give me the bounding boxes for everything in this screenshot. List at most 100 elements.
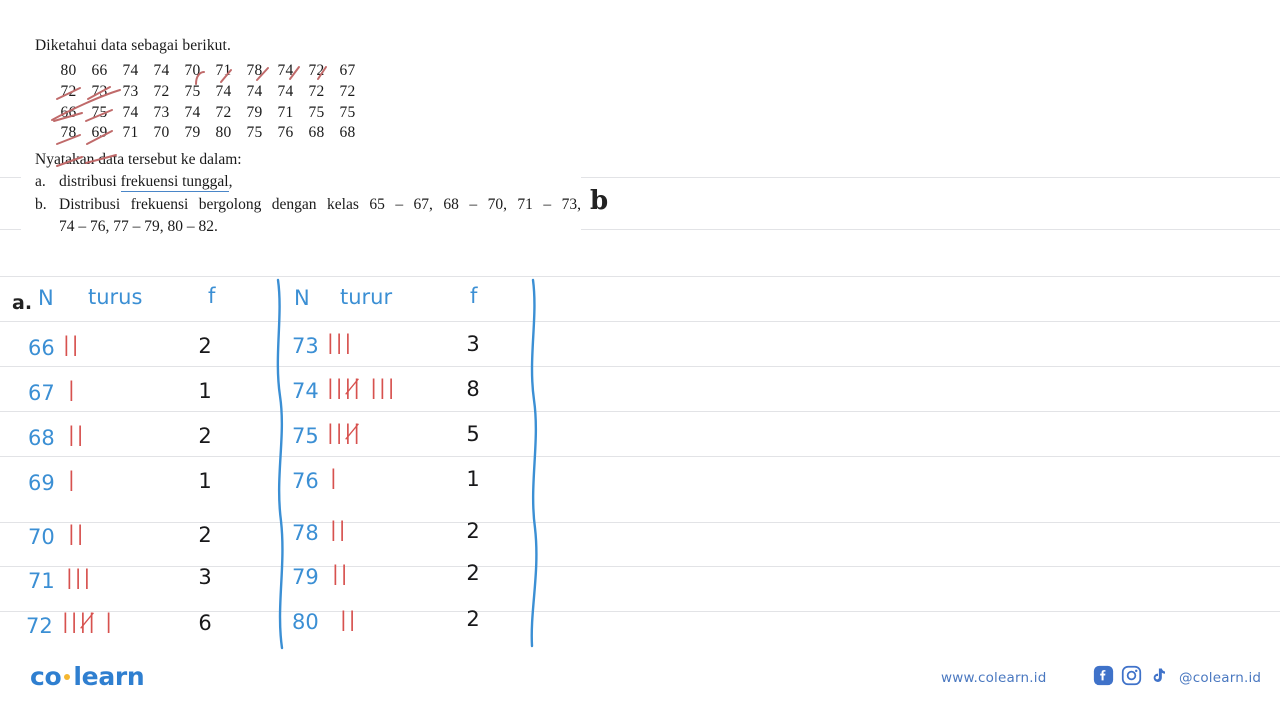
data-cell: 68 bbox=[308, 124, 325, 142]
row-n: 80 bbox=[292, 610, 319, 634]
row-f: 1 bbox=[198, 469, 212, 493]
row-tally: || bbox=[63, 332, 81, 356]
data-cell: 80 bbox=[60, 61, 77, 79]
data-cell: 71 bbox=[277, 103, 294, 121]
row-tally: || bbox=[332, 561, 350, 585]
row-n: 78 bbox=[292, 521, 319, 545]
answer-b-marker: b bbox=[590, 186, 609, 216]
logo-text-co: co bbox=[30, 662, 62, 691]
row-n: 66 bbox=[28, 336, 55, 360]
item-line-1: Distribusi frekuensi bergolong dengan ke… bbox=[59, 196, 581, 214]
row-f: 2 bbox=[466, 561, 480, 585]
data-cell: 70 bbox=[184, 61, 201, 79]
row-n: 69 bbox=[28, 471, 55, 495]
question-intro: Diketahui data sebagai berikut. bbox=[35, 37, 231, 54]
row-f: 1 bbox=[198, 379, 212, 403]
row-tally: ||| bbox=[327, 330, 354, 354]
question-item-b: b. Distribusi frekuensi bergolong dengan… bbox=[21, 194, 581, 238]
row-tally: || bbox=[340, 607, 358, 631]
tiktok-icon[interactable] bbox=[1149, 665, 1168, 691]
answer-table: a. N turus f N turur f 66 || 2 67 | 1 68… bbox=[0, 276, 1280, 656]
question-card: Diketahui data sebagai berikut. 80 66 74 74… bbox=[21, 36, 581, 239]
header-n-left: N bbox=[38, 286, 54, 310]
social-handle: @colearn.id bbox=[1179, 670, 1262, 686]
row-tally: ||| bbox=[66, 565, 93, 589]
data-cell: 71 bbox=[215, 61, 232, 79]
data-cell: 68 bbox=[339, 124, 356, 142]
item-body: distribusi frekuensi tunggal, bbox=[59, 171, 581, 193]
item-marker: b. bbox=[35, 196, 47, 214]
data-cell: 80 bbox=[215, 124, 232, 142]
row-f: 2 bbox=[466, 607, 480, 631]
column-dividers bbox=[276, 278, 538, 650]
row-n: 68 bbox=[28, 426, 55, 450]
colearn-logo: co learn bbox=[30, 662, 145, 691]
data-cell: 69 bbox=[91, 124, 108, 142]
website-url[interactable]: www.colearn.id bbox=[941, 670, 1046, 686]
data-cell: 78 bbox=[60, 124, 77, 142]
data-cell: 72 bbox=[153, 82, 170, 100]
row-f: 2 bbox=[466, 519, 480, 543]
question-item-a: a. distribusi frekuensi tunggal, bbox=[21, 171, 581, 193]
data-cell: 74 bbox=[153, 61, 170, 79]
header-turus-left: turus bbox=[88, 285, 143, 309]
row-f: 5 bbox=[466, 422, 480, 446]
logo-dot-icon bbox=[64, 673, 71, 680]
item-body: Distribusi frekuensi bergolong dengan ke… bbox=[59, 194, 581, 238]
facebook-icon[interactable] bbox=[1093, 665, 1114, 691]
row-f: 2 bbox=[198, 523, 212, 547]
data-cell: 73 bbox=[122, 82, 139, 100]
data-cell: 67 bbox=[339, 61, 356, 79]
footer: co learn www.colearn.id @colearn.id bbox=[0, 655, 1280, 720]
row-tally: || bbox=[68, 422, 86, 446]
data-cell: 76 bbox=[277, 124, 294, 142]
row-f: 8 bbox=[466, 377, 480, 401]
data-cell: 74 bbox=[277, 82, 294, 100]
data-cell: 66 bbox=[91, 61, 108, 79]
item-text-underlined: frekuensi tunggal bbox=[120, 173, 229, 193]
row-n: 71 bbox=[28, 569, 55, 593]
header-turus-right: turur bbox=[340, 285, 393, 309]
data-cell: 75 bbox=[339, 103, 356, 121]
item-line-2: 74 – 76, 77 – 79, 80 – 82. bbox=[59, 218, 218, 236]
logo-text-learn: learn bbox=[73, 662, 145, 691]
data-cell: 74 bbox=[122, 103, 139, 121]
row-n: 79 bbox=[292, 565, 319, 589]
social-links: @colearn.id bbox=[1093, 665, 1261, 691]
row-tally: || bbox=[330, 517, 348, 541]
data-cell: 78 bbox=[246, 61, 263, 79]
row-tally: | bbox=[330, 465, 339, 489]
data-cell: 74 bbox=[184, 103, 201, 121]
item-text-tail: , bbox=[228, 173, 233, 191]
item-text: distribusi bbox=[59, 173, 121, 191]
header-f-right: f bbox=[470, 284, 478, 308]
row-n: 72 bbox=[26, 614, 53, 638]
row-tally: ||||̸ ||| bbox=[327, 375, 397, 399]
data-cell: 74 bbox=[277, 61, 294, 79]
row-n: 67 bbox=[28, 381, 55, 405]
row-f: 6 bbox=[198, 611, 212, 635]
data-cell: 72 bbox=[308, 82, 325, 100]
instagram-icon[interactable] bbox=[1121, 665, 1142, 691]
row-n: 76 bbox=[292, 469, 319, 493]
data-cell: 73 bbox=[153, 103, 170, 121]
data-cell: 74 bbox=[215, 82, 232, 100]
row-f: 3 bbox=[198, 565, 212, 589]
item-marker: a. bbox=[35, 173, 46, 191]
row-tally: | bbox=[68, 467, 77, 491]
data-cell: 66 bbox=[60, 103, 77, 121]
row-f: 2 bbox=[198, 424, 212, 448]
row-tally: || bbox=[68, 521, 86, 545]
row-f: 1 bbox=[466, 467, 480, 491]
data-cell: 72 bbox=[215, 103, 232, 121]
data-cell: 79 bbox=[184, 124, 201, 142]
data-cell: 73 bbox=[91, 82, 108, 100]
data-cell: 74 bbox=[246, 82, 263, 100]
data-cell: 75 bbox=[184, 82, 201, 100]
row-n: 70 bbox=[28, 525, 55, 549]
data-cell: 75 bbox=[308, 103, 325, 121]
data-row: 72 73 73 72 75 74 74 74 72 72 bbox=[53, 82, 581, 103]
row-n: 73 bbox=[292, 334, 319, 358]
data-cell: 72 bbox=[308, 61, 325, 79]
data-cell: 75 bbox=[246, 124, 263, 142]
